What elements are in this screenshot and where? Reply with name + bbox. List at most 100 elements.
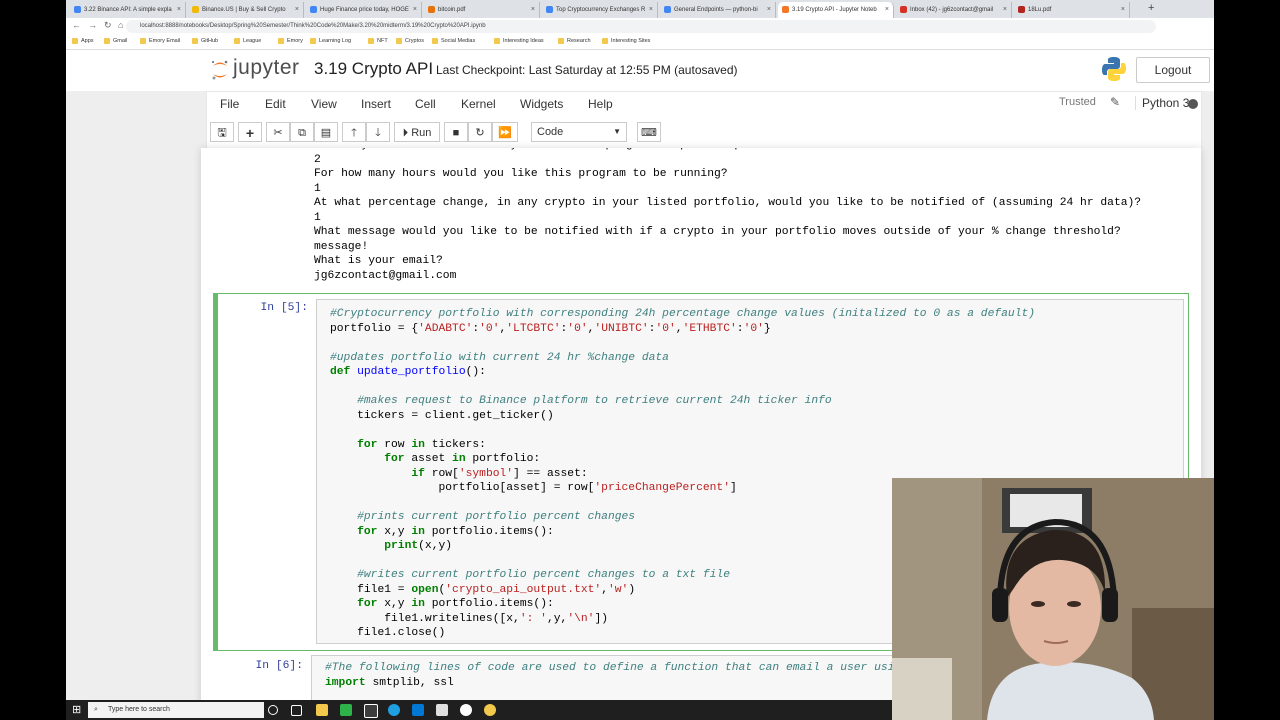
- reload-icon[interactable]: ↻: [104, 20, 112, 31]
- output-line: At what percentage change, in any crypto…: [314, 197, 1142, 209]
- bookmark-item[interactable]: Interesting Ideas: [494, 38, 544, 44]
- app-icon[interactable]: [340, 704, 352, 716]
- paste-button[interactable]: ▤: [314, 122, 338, 142]
- bookmark-item[interactable]: NFT: [368, 38, 388, 44]
- chrome-icon[interactable]: [484, 704, 496, 716]
- close-tab-icon[interactable]: ×: [885, 2, 889, 18]
- github-desktop-icon[interactable]: [460, 704, 472, 716]
- bookmark-item[interactable]: League: [234, 38, 261, 44]
- output-line: What is your email?: [314, 255, 443, 267]
- menubar: File Edit View Insert Cell Kernel Widget…: [206, 91, 1202, 118]
- file-explorer-icon[interactable]: [316, 704, 328, 716]
- code-line: tickers = client.get_ticker(): [330, 409, 554, 422]
- tab-favicon-icon: [310, 6, 317, 13]
- cut-button[interactable]: ✂: [266, 122, 290, 142]
- bookmark-item[interactable]: Cryptos: [396, 38, 424, 44]
- browser-tab[interactable]: General Endpoints — python-bi ×: [660, 2, 776, 18]
- app-icon[interactable]: [436, 704, 448, 716]
- menu-kernel[interactable]: Kernel: [461, 97, 496, 111]
- browser-tab[interactable]: 18Lu.pdf ×: [1014, 2, 1130, 18]
- close-tab-icon[interactable]: ×: [767, 2, 771, 18]
- edge-icon[interactable]: [388, 704, 400, 716]
- trusted-indicator[interactable]: Trusted: [1059, 96, 1096, 108]
- bookmark-item[interactable]: Emory: [278, 38, 303, 44]
- move-up-button[interactable]: 🡑: [342, 122, 366, 142]
- output-line: jg6zcontact@gmail.com: [314, 269, 457, 282]
- run-label: Run: [411, 127, 432, 139]
- code-line: #updates portfolio with current 24 hr %c…: [330, 351, 669, 364]
- tab-label: General Endpoints — python-bi: [674, 7, 758, 13]
- bookmark-item[interactable]: GitHub: [192, 38, 218, 44]
- jupyter-logo-icon[interactable]: [210, 59, 230, 81]
- cell-type-value: Code: [537, 126, 564, 138]
- close-tab-icon[interactable]: ×: [649, 2, 653, 18]
- bookmark-item[interactable]: Gmail: [104, 38, 127, 44]
- taskbar-search[interactable]: ⌕ Type here to search: [88, 702, 264, 718]
- cortana-icon[interactable]: [268, 705, 278, 715]
- menu-edit[interactable]: Edit: [265, 97, 286, 111]
- close-tab-icon[interactable]: ×: [531, 2, 535, 18]
- search-placeholder: Type here to search: [108, 706, 170, 713]
- move-down-button[interactable]: 🡓: [366, 122, 390, 142]
- xbox-icon[interactable]: [364, 704, 378, 718]
- logout-button[interactable]: Logout: [1136, 57, 1210, 83]
- mail-icon[interactable]: [412, 704, 424, 716]
- menu-help[interactable]: Help: [588, 97, 613, 111]
- bookmark-item[interactable]: Emory Email: [140, 38, 180, 44]
- restart-button[interactable]: ↻: [468, 122, 492, 142]
- search-icon: ⌕: [94, 706, 98, 713]
- command-palette-button[interactable]: ⌨: [637, 122, 661, 142]
- forward-icon[interactable]: →: [88, 20, 97, 30]
- close-tab-icon[interactable]: ×: [1003, 2, 1007, 18]
- browser-tab[interactable]: Inbox (42) - jg6zcontact@gmail ×: [896, 2, 1012, 18]
- browser-tab[interactable]: Top Cryptocurrency Exchanges R ×: [542, 2, 658, 18]
- interrupt-button[interactable]: ■: [444, 122, 468, 142]
- url-field[interactable]: localhost:8888/notebooks/Desktop/Spring%…: [126, 20, 1156, 33]
- windows-start-icon[interactable]: ⊞: [72, 703, 81, 716]
- browser-tab[interactable]: bitcoin.pdf ×: [424, 2, 540, 18]
- browser-tab[interactable]: 3.19 Crypto API - Jupyter Noteb ×: [778, 2, 894, 18]
- close-tab-icon[interactable]: ×: [413, 2, 417, 18]
- cell-type-select[interactable]: Code ▼: [531, 122, 627, 142]
- task-view-icon[interactable]: [291, 705, 302, 716]
- bookmark-item[interactable]: Interesting Sites: [602, 38, 650, 44]
- output-line: 2: [314, 153, 321, 166]
- restart-run-all-button[interactable]: ⏩: [492, 122, 518, 142]
- menu-file[interactable]: File: [220, 97, 239, 111]
- close-tab-icon[interactable]: ×: [295, 2, 299, 18]
- notebook-title[interactable]: 3.19 Crypto API: [314, 59, 433, 79]
- home-icon[interactable]: ⌂: [118, 20, 123, 30]
- notebook-toolbar: 🖫 + ✂ ⧉ ▤ 🡑 🡓 ⏵ Run ■ ↻ ⏩ Code ▼ ⌨: [206, 117, 1202, 149]
- tab-favicon-icon: [546, 6, 553, 13]
- bookmark-item[interactable]: Research: [558, 38, 591, 44]
- bookmark-item[interactable]: Social Medias: [432, 38, 475, 44]
- menu-insert[interactable]: Insert: [361, 97, 391, 111]
- run-button[interactable]: ⏵ Run: [394, 122, 440, 142]
- bookmark-item[interactable]: Learning Log: [310, 38, 351, 44]
- browser-tab[interactable]: Huge Finance price today, HOGE ×: [306, 2, 422, 18]
- browser-tab[interactable]: Binance.US | Buy & Sell Crypto ×: [188, 2, 304, 18]
- menu-view[interactable]: View: [311, 97, 337, 111]
- jupyter-logo-text[interactable]: jupyter: [233, 56, 300, 80]
- code-line: import smtplib, ssl: [325, 676, 454, 689]
- close-tab-icon[interactable]: ×: [1121, 2, 1125, 18]
- code-line: for asset in portfolio:: [384, 453, 541, 465]
- insert-cell-button[interactable]: +: [238, 122, 262, 142]
- browser-tab[interactable]: 3.22 Binance API: A simple expla ×: [70, 2, 186, 18]
- tab-label: 3.22 Binance API: A simple expla: [84, 7, 172, 13]
- back-icon[interactable]: ←: [72, 20, 81, 30]
- menu-cell[interactable]: Cell: [415, 97, 436, 111]
- tab-label: Inbox (42) - jg6zcontact@gmail: [910, 7, 994, 13]
- output-line: message!: [314, 240, 369, 253]
- save-button[interactable]: 🖫: [210, 122, 234, 142]
- code-line: #makes request to Binance platform to re…: [357, 395, 832, 407]
- menu-widgets[interactable]: Widgets: [520, 97, 563, 111]
- new-tab-button[interactable]: +: [1148, 2, 1154, 14]
- copy-button[interactable]: ⧉: [290, 122, 314, 142]
- close-tab-icon[interactable]: ×: [177, 2, 181, 18]
- code-text: #The following lines of code are used to…: [325, 661, 908, 690]
- bookmark-item[interactable]: Apps: [72, 38, 94, 44]
- tab-label: 18Lu.pdf: [1028, 7, 1052, 13]
